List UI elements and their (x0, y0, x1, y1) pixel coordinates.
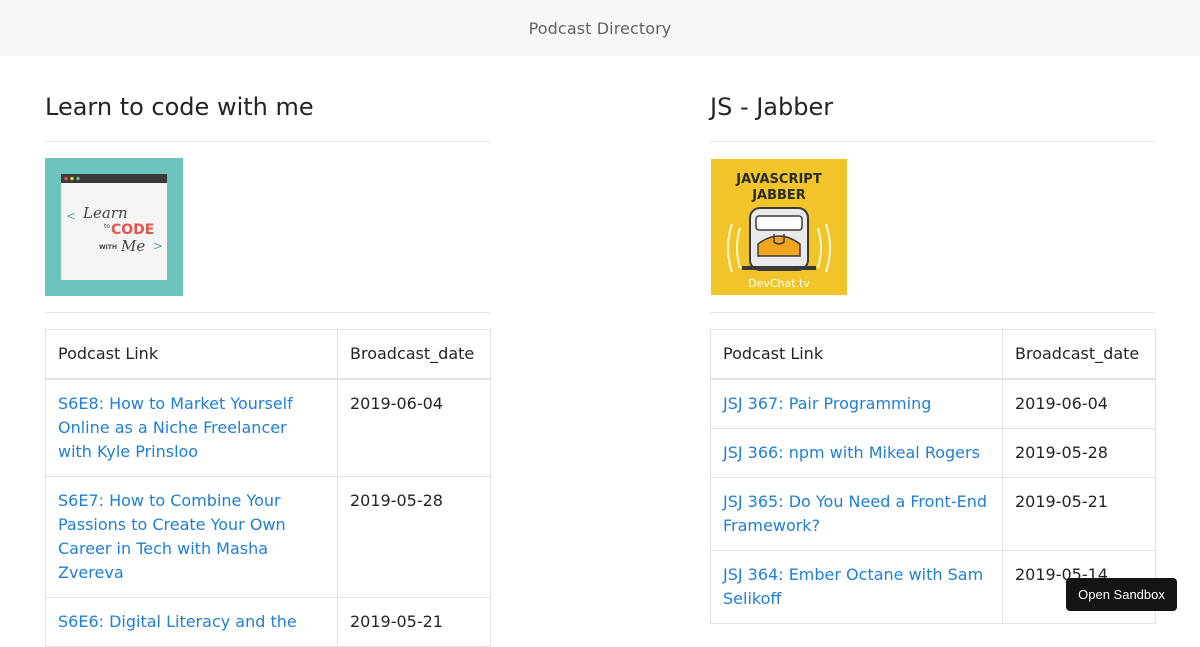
svg-text:to: to (104, 223, 110, 230)
episode-link[interactable]: JSJ 365: Do You Need a Front-End Framewo… (723, 492, 987, 535)
episode-link[interactable]: JSJ 367: Pair Programming (723, 394, 931, 413)
column-header-broadcast-date: Broadcast_date (1002, 329, 1156, 380)
link-cell: JSJ 367: Pair Programming (710, 378, 1003, 429)
column-header-broadcast-date: Broadcast_date (337, 329, 491, 380)
link-cell: JSJ 364: Ember Octane with Sam Selikoff (710, 550, 1003, 624)
podcast-title: JS - Jabber (710, 93, 834, 121)
link-cell: S6E8: How to Market Yourself Online as a… (45, 378, 338, 477)
table-row: S6E6: Digital Literacy and the 2019-05-2… (45, 597, 491, 647)
episode-link[interactable]: S6E7: How to Combine Your Passions to Cr… (58, 491, 286, 582)
episode-link[interactable]: JSJ 366: npm with Mikeal Rogers (723, 443, 980, 462)
svg-text:JAVASCRIPT: JAVASCRIPT (735, 172, 822, 187)
page-title: Podcast Directory (528, 18, 672, 38)
svg-text:CODE: CODE (111, 222, 154, 238)
js-jabber-cover-image: JAVASCRIPT JABBER DevChat.tv (711, 159, 847, 295)
broadcast-date: 2019-05-28 (1002, 428, 1156, 478)
top-navbar: Podcast Directory (0, 0, 1200, 56)
column-header-podcast-link: Podcast Link (710, 329, 1003, 380)
table-row: JSJ 365: Do You Need a Front-End Framewo… (710, 477, 1156, 551)
learn-to-code-cover-image: < > Learn to CODE WITH Me (45, 158, 183, 296)
divider (710, 312, 1155, 313)
svg-text:>: > (153, 239, 163, 253)
svg-text:WITH: WITH (99, 244, 117, 251)
episode-link[interactable]: S6E6: Digital Literacy and the (58, 612, 297, 631)
svg-text:DevChat.tv: DevChat.tv (748, 277, 810, 290)
broadcast-date: 2019-05-28 (337, 476, 491, 598)
table-row: JSJ 367: Pair Programming 2019-06-04 (710, 378, 1156, 429)
divider (710, 141, 1155, 142)
open-sandbox-button[interactable]: Open Sandbox (1066, 578, 1177, 611)
episode-link[interactable]: S6E8: How to Market Yourself Online as a… (58, 394, 293, 461)
svg-text:Learn: Learn (82, 204, 128, 222)
svg-text:<: < (66, 209, 76, 223)
link-cell: S6E6: Digital Literacy and the (45, 597, 338, 647)
table-header-row: Podcast Link Broadcast_date (710, 329, 1156, 380)
svg-text:JABBER: JABBER (751, 188, 806, 203)
divider (45, 312, 490, 313)
svg-text:Me: Me (120, 237, 145, 255)
link-cell: JSJ 365: Do You Need a Front-End Framewo… (710, 477, 1003, 551)
divider (45, 141, 490, 142)
table-header-row: Podcast Link Broadcast_date (45, 329, 491, 380)
column-header-podcast-link: Podcast Link (45, 329, 338, 380)
link-cell: JSJ 366: npm with Mikeal Rogers (710, 428, 1003, 478)
table-row: S6E7: How to Combine Your Passions to Cr… (45, 476, 491, 598)
episode-link[interactable]: JSJ 364: Ember Octane with Sam Selikoff (723, 565, 983, 608)
broadcast-date: 2019-05-21 (1002, 477, 1156, 551)
podcast-title: Learn to code with me (45, 93, 314, 121)
broadcast-date: 2019-06-04 (337, 378, 491, 477)
table-row: S6E8: How to Market Yourself Online as a… (45, 378, 491, 477)
link-cell: S6E7: How to Combine Your Passions to Cr… (45, 476, 338, 598)
table-row: JSJ 366: npm with Mikeal Rogers 2019-05-… (710, 428, 1156, 478)
broadcast-date: 2019-05-21 (337, 597, 491, 647)
episodes-table: Podcast Link Broadcast_date S6E8: How to… (45, 329, 491, 647)
broadcast-date: 2019-06-04 (1002, 378, 1156, 429)
